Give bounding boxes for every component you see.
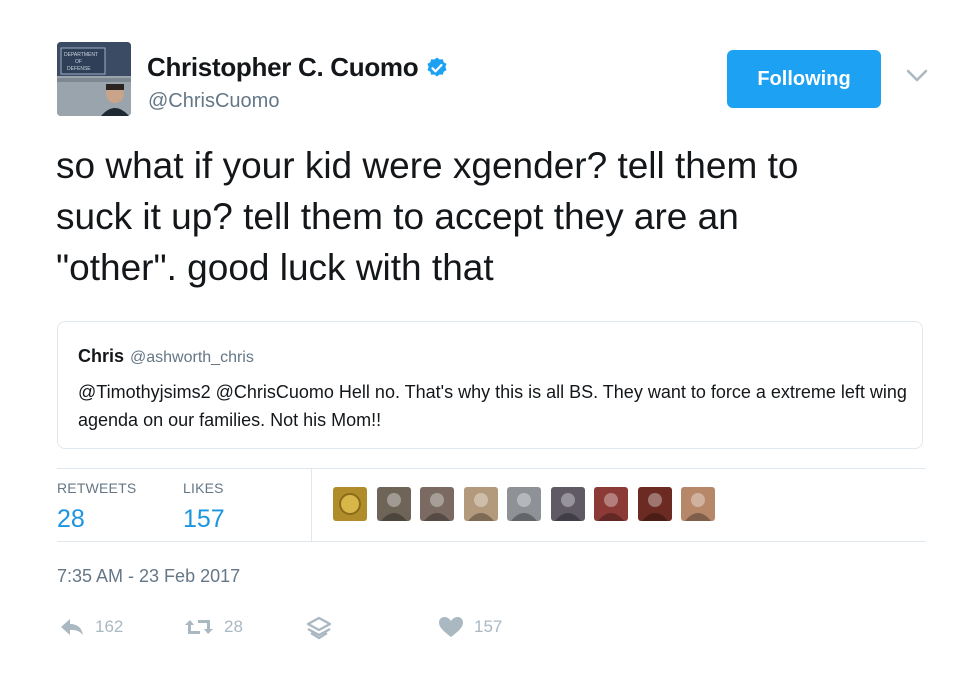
svg-text:DEPARTMENT: DEPARTMENT — [64, 52, 98, 58]
retweets-count: 28 — [57, 505, 85, 533]
liker-avatar[interactable] — [463, 487, 498, 521]
divider — [57, 541, 926, 542]
chevron-down-icon[interactable] — [905, 68, 929, 84]
avatar-person-icon — [681, 487, 715, 521]
layers-button[interactable] — [306, 616, 332, 640]
svg-text:OF: OF — [75, 59, 82, 65]
avatar-person-icon — [550, 487, 585, 521]
quoted-tweet[interactable]: Chris @ashworth_chris @Timothyjsims2 @Ch… — [57, 321, 923, 449]
quoted-tweet-text: @Timothyjsims2 @ChrisCuomo Hell no. That… — [78, 382, 907, 430]
retweets-label: RETWEETS — [57, 480, 137, 496]
retweet-icon — [185, 620, 213, 634]
stats-separator — [311, 469, 312, 541]
heart-icon — [439, 617, 463, 637]
avatar-person-icon — [420, 487, 454, 521]
author-avatar-image: DEPARTMENT OF DEFENSE — [57, 42, 131, 116]
liker-avatar[interactable] — [376, 487, 411, 521]
likes-count: 157 — [183, 505, 225, 533]
tweet-text: so what if your kid were xgender? tell t… — [56, 145, 799, 288]
verified-badge-icon — [427, 57, 447, 76]
liker-avatar[interactable] — [594, 487, 628, 521]
retweet-count: 28 — [224, 617, 243, 636]
avatar-person-icon — [507, 487, 541, 521]
liker-avatar[interactable] — [507, 487, 541, 521]
reply-count: 162 — [95, 617, 124, 636]
liker-avatar[interactable] — [333, 487, 367, 521]
quoted-author-handle: @ashworth_chris — [130, 349, 254, 366]
like-count: 157 — [474, 617, 503, 636]
svg-text:DEFENSE: DEFENSE — [67, 66, 91, 72]
likes-stat[interactable]: LIKES 157 — [183, 480, 225, 534]
author-handle[interactable]: @ChrisCuomo — [148, 90, 279, 113]
avatar-gold-emblem-icon — [333, 487, 367, 521]
avatar-dog-icon — [463, 487, 498, 521]
author-avatar[interactable]: DEPARTMENT OF DEFENSE — [57, 42, 131, 116]
quoted-tweet-header: Chris @ashworth_chris — [78, 346, 254, 367]
likes-label: LIKES — [183, 480, 224, 496]
liker-avatar[interactable] — [681, 487, 715, 521]
quoted-author-name: Chris — [78, 346, 125, 366]
likers-list — [333, 487, 725, 521]
reply-icon — [61, 619, 83, 635]
author-name[interactable]: Christopher C. Cuomo — [147, 52, 419, 83]
liker-avatar[interactable] — [420, 487, 454, 521]
divider — [57, 468, 926, 469]
avatar-person-icon — [594, 487, 628, 521]
author-name-row: Christopher C. Cuomo — [147, 52, 449, 83]
following-button[interactable]: Following — [727, 50, 881, 108]
retweet-button[interactable]: 28 — [184, 616, 243, 638]
avatar-cat-icon — [376, 487, 411, 521]
liker-avatar[interactable] — [550, 487, 585, 521]
retweets-stat[interactable]: RETWEETS 28 — [57, 480, 136, 534]
avatar-person-icon — [637, 487, 672, 521]
layers-icon — [306, 616, 332, 640]
liker-avatar[interactable] — [637, 487, 672, 521]
reply-button[interactable]: 162 — [59, 616, 123, 638]
tweet-timestamp[interactable]: 7:35 AM - 23 Feb 2017 — [57, 566, 240, 587]
like-button[interactable]: 157 — [438, 616, 502, 638]
